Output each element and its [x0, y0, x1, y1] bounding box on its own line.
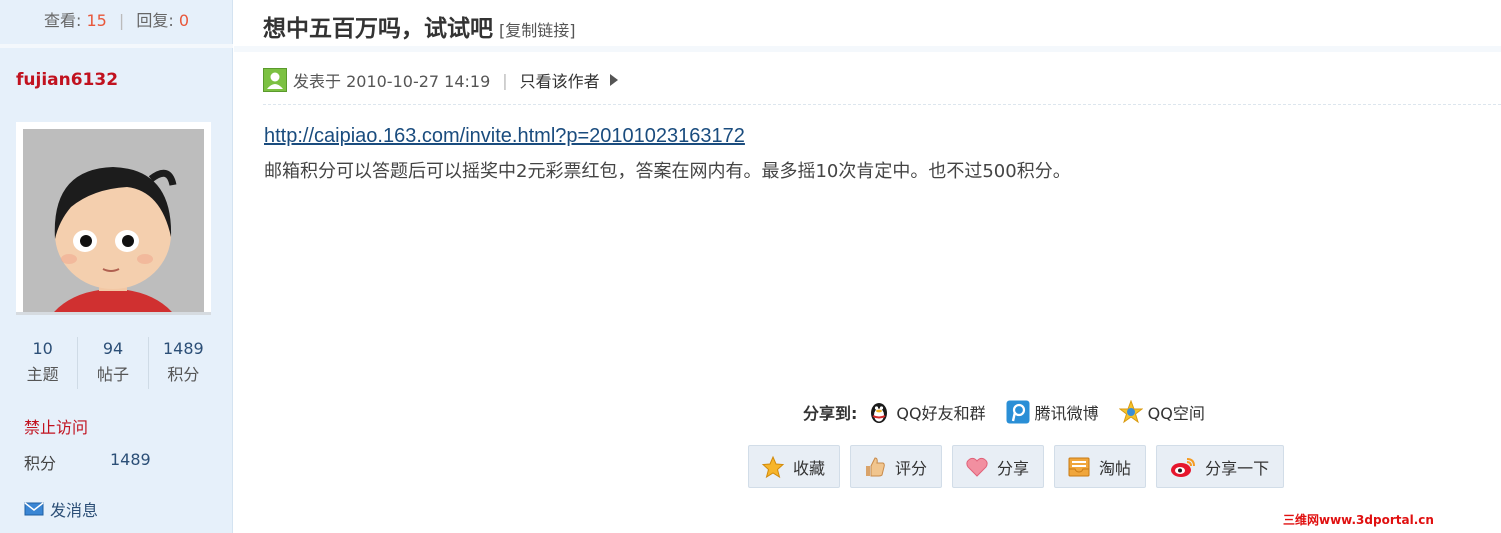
avatar-image [23, 129, 204, 312]
count-label: 积分 [167, 365, 200, 384]
copy-link-button[interactable]: [复制链接] [499, 21, 576, 40]
triangle-right-icon [609, 74, 618, 86]
heart-icon [966, 457, 988, 477]
post-actions: 收藏 评分 分享 淘帖 分享一下 [748, 445, 1294, 488]
author-sidebar: 查看: 15 | 回复: 0 fujian6132 10 主题 94 帖子 14… [0, 0, 233, 533]
credit-label: 积分 [24, 454, 57, 473]
views-count: 15 [86, 11, 107, 30]
meta-separator: | [502, 70, 508, 90]
post-meta: 发表于 2010-10-27 14:19 | 只看该作者 [263, 68, 618, 92]
sina-weibo-icon [1171, 457, 1196, 477]
count-credits[interactable]: 1489 积分 [149, 337, 218, 389]
author-counts: 10 主题 94 帖子 1489 积分 [8, 337, 218, 389]
author-username[interactable]: fujian6132 [16, 70, 118, 90]
count-value: 94 [102, 339, 124, 358]
send-message-label: 发消息 [50, 501, 99, 520]
share-bar: 分享到: QQ好友和群 腾讯微博 QQ空间 [803, 400, 1225, 424]
thread-stats: 查看: 15 | 回复: 0 [0, 0, 233, 48]
share-button[interactable]: 分享 [952, 445, 1045, 488]
thread-title-text: 想中五百万吗，试试吧 [263, 16, 493, 42]
views-label: 查看: [43, 11, 82, 30]
rate-label: 评分 [895, 458, 928, 478]
count-label: 帖子 [96, 365, 129, 384]
share-target-label: QQ好友和群 [896, 404, 986, 423]
share-target-label: QQ空间 [1147, 404, 1205, 423]
replies-label: 回复: [136, 11, 174, 30]
post-body-text: 邮箱积分可以答题后可以摇奖中2元彩票红包，答案在网内有。最多摇10次肯定中。也不… [264, 161, 1071, 182]
collect-thread-button[interactable]: 淘帖 [1054, 445, 1147, 488]
only-author-link[interactable]: 只看该作者 [520, 68, 600, 92]
online-user-icon [263, 68, 287, 92]
qzone-star-icon [1118, 400, 1143, 424]
tray-icon [1068, 457, 1090, 476]
share-label: 分享到: [803, 404, 858, 423]
share-target-label: 腾讯微博 [1034, 404, 1099, 423]
share-qzone[interactable]: QQ空间 [1118, 400, 1205, 424]
count-threads[interactable]: 10 主题 [8, 337, 79, 389]
share-qq-friends[interactable]: QQ好友和群 [867, 400, 986, 424]
thumbs-up-icon [866, 456, 885, 476]
favorite-label: 收藏 [793, 458, 826, 478]
tencent-weibo-icon [1006, 400, 1030, 424]
post-timestamp: 发表于 2010-10-27 14:19 [293, 72, 491, 91]
collect-thread-label: 淘帖 [1099, 458, 1132, 478]
send-message-link[interactable]: 发消息 [24, 497, 98, 521]
header-divider [234, 46, 1501, 52]
post-url-link[interactable]: http://caipiao.163.com/invite.html?p=201… [264, 125, 745, 148]
stats-separator: | [118, 11, 125, 30]
credit-row: 积分 1489 [24, 450, 151, 474]
favorite-button[interactable]: 收藏 [748, 445, 841, 488]
watermark: 三维网www.3dportal.cn [1283, 513, 1434, 527]
count-value: 10 [32, 339, 53, 358]
count-value: 1489 [162, 339, 204, 358]
share-tencent-weibo[interactable]: 腾讯微博 [1006, 400, 1099, 424]
rate-button[interactable]: 评分 [850, 445, 943, 488]
weibo-share-button[interactable]: 分享一下 [1156, 445, 1285, 488]
count-posts[interactable]: 94 帖子 [78, 337, 149, 389]
weibo-share-label: 分享一下 [1205, 458, 1270, 478]
share-action-label: 分享 [997, 458, 1030, 478]
avatar[interactable] [16, 122, 211, 315]
star-icon [761, 455, 785, 478]
meta-divider [263, 104, 1501, 105]
credit-value: 1489 [110, 450, 151, 469]
thread-title: 想中五百万吗，试试吧 [复制链接] [263, 9, 576, 43]
qq-penguin-icon [871, 403, 888, 423]
user-group-status[interactable]: 禁止访问 [24, 414, 88, 438]
replies-count: 0 [178, 11, 190, 30]
count-label: 主题 [26, 365, 59, 384]
envelope-icon [24, 502, 44, 516]
